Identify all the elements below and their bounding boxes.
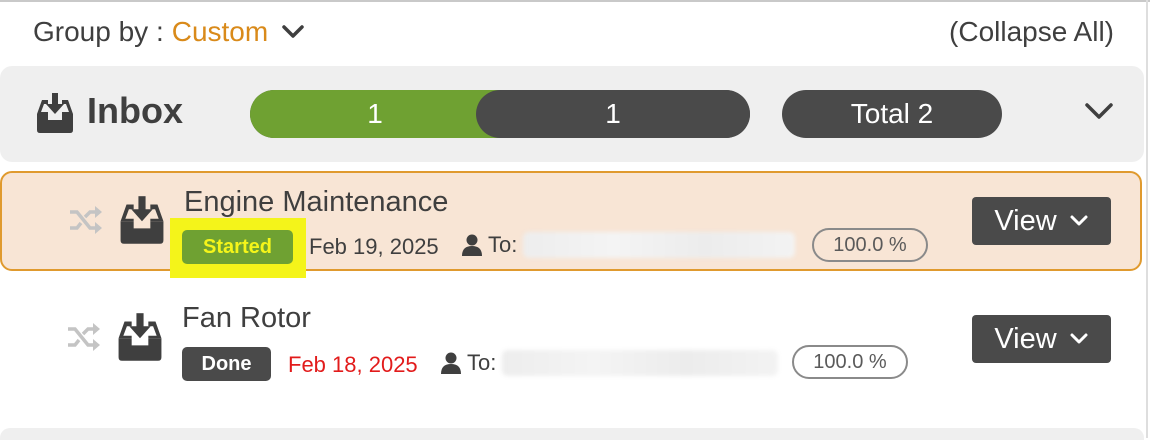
shuffle-icon [70, 206, 102, 234]
inbox-group-header[interactable]: Inbox 1 1 Total 2 [0, 66, 1144, 162]
chevron-down-icon [1070, 215, 1088, 226]
person-icon [441, 352, 461, 374]
completion-percent: 100.0 % [792, 345, 908, 379]
next-group-header [0, 428, 1144, 440]
person-icon [462, 234, 482, 256]
inbox-download-icon [118, 313, 162, 361]
redacted-email [502, 350, 779, 376]
view-button[interactable]: View [972, 197, 1111, 245]
completion-percent: 100.0 % [812, 228, 928, 262]
status-badge: Started [182, 230, 293, 264]
view-button-label: View [994, 322, 1057, 355]
to-label: To: [488, 232, 518, 257]
chevron-down-icon[interactable] [1084, 96, 1114, 126]
total-count-pill: Total 2 [782, 90, 1002, 138]
chevron-down-icon[interactable] [280, 19, 306, 45]
redacted-email [523, 232, 796, 258]
top-border [0, 0, 1150, 2]
view-button-label: View [994, 204, 1057, 237]
item-date: Feb 18, 2025 [288, 352, 418, 377]
assignee: To: [462, 232, 796, 258]
inbox-progress-bar: 1 1 [250, 90, 750, 138]
group-by-value[interactable]: Custom [172, 16, 268, 48]
group-by-label: Group by : [33, 16, 164, 47]
chevron-down-icon [1070, 333, 1088, 344]
item-title[interactable]: Fan Rotor [182, 302, 311, 335]
shuffle-icon [68, 323, 100, 351]
to-label: To: [467, 350, 497, 375]
assignee: To: [441, 350, 779, 376]
inbox-download-icon [120, 196, 164, 244]
inbox-title: Inbox [87, 90, 183, 131]
progress-remaining-segment: 1 [476, 90, 750, 138]
group-by-control[interactable]: Group by : Custom [33, 16, 306, 48]
item-title[interactable]: Engine Maintenance [184, 186, 448, 219]
view-button[interactable]: View [972, 315, 1111, 363]
progress-done-segment: 1 [250, 90, 500, 138]
collapse-all-link[interactable]: (Collapse All) [949, 16, 1114, 48]
item-date: Feb 19, 2025 [309, 234, 439, 259]
inbox-download-icon [37, 93, 73, 133]
scrollbar-track[interactable] [1146, 0, 1148, 438]
status-badge: Done [182, 347, 271, 381]
